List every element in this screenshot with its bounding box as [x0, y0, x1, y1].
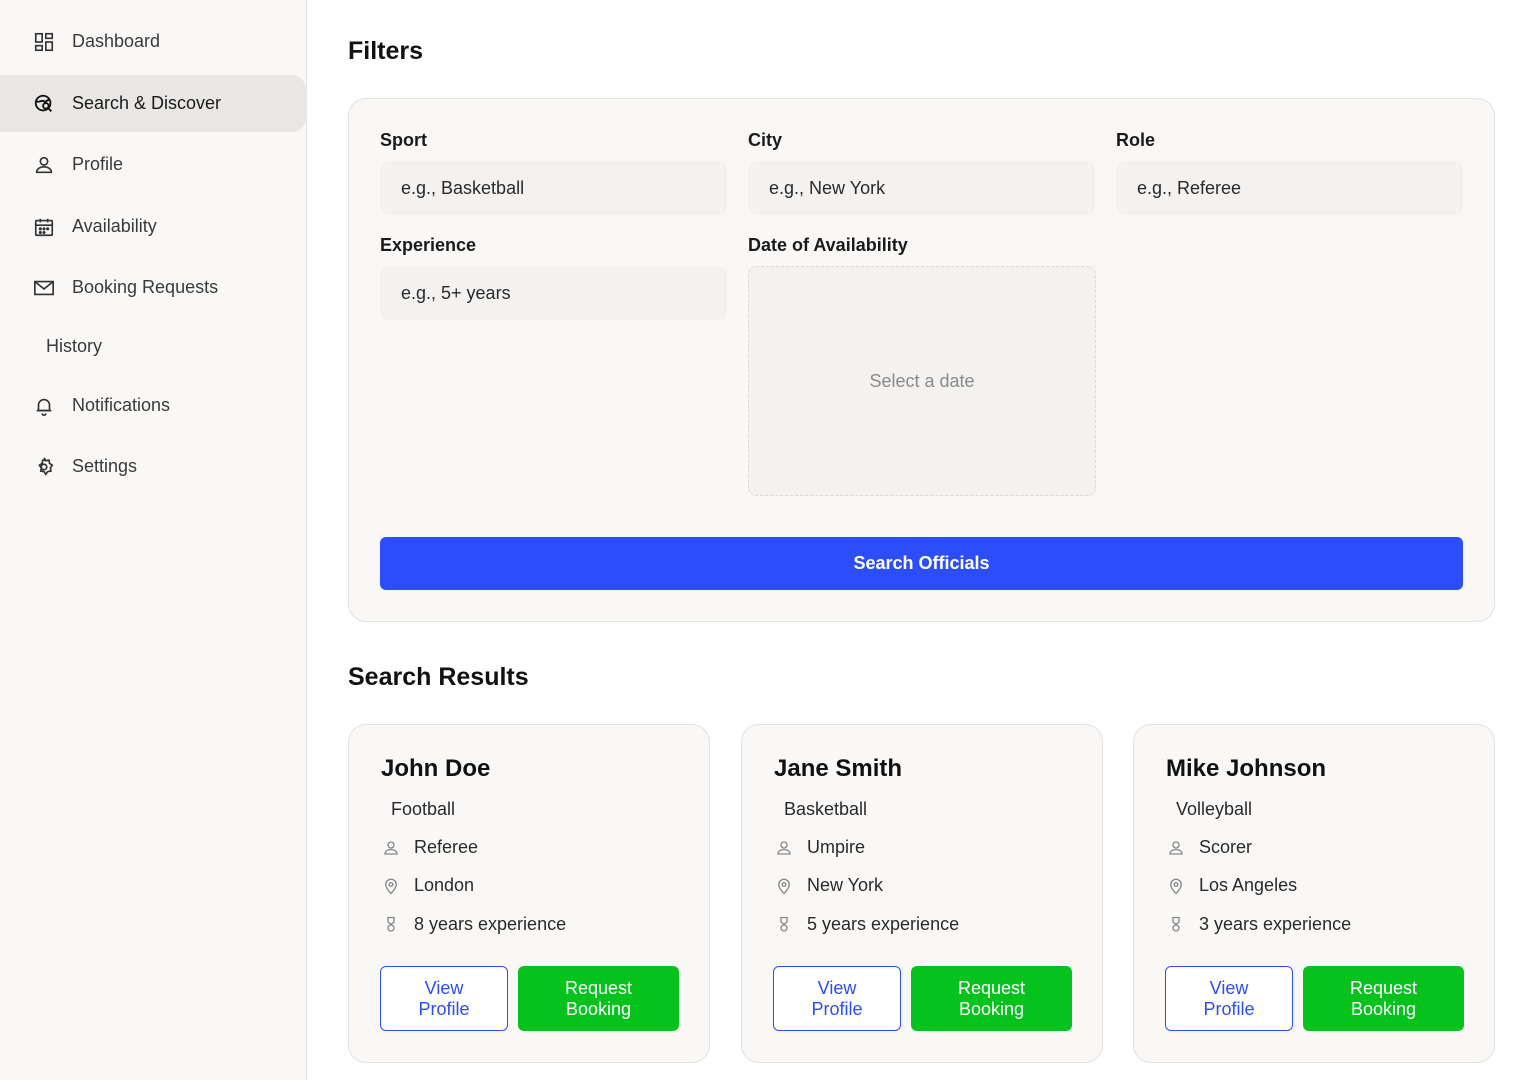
sport-label: Sport	[380, 130, 427, 150]
sport-input[interactable]: e.g., Basketball	[380, 161, 727, 215]
sidebar-item-search-discover[interactable]: Search & Discover	[0, 75, 306, 132]
sidebar-item-availability[interactable]: Availability	[0, 198, 306, 255]
sidebar-item-notifications[interactable]: Notifications	[0, 377, 306, 434]
sidebar-item-history[interactable]: History	[0, 318, 306, 375]
dashboard-icon	[32, 30, 56, 54]
user-icon	[32, 153, 56, 177]
result-card: Jane Smith Basketball Umpire New York 5 …	[741, 724, 1103, 1063]
user-icon	[381, 838, 401, 858]
official-role: Umpire	[807, 837, 866, 857]
sidebar-item-label: Search & Discover	[72, 93, 222, 113]
request-booking-button[interactable]: Request Booking	[518, 966, 679, 1031]
official-name: Mike Johnson	[1166, 755, 1327, 782]
official-role-row: Scorer	[1166, 837, 1252, 858]
medal-icon	[774, 915, 794, 935]
official-experience-row: 8 years experience	[381, 914, 566, 935]
city-label: City	[748, 130, 783, 150]
medal-icon	[381, 915, 401, 935]
official-experience: 8 years experience	[414, 914, 567, 934]
result-card: John Doe Football Referee London 8 years…	[348, 724, 710, 1063]
official-city-row: London	[381, 875, 474, 896]
official-sport: Football	[391, 799, 456, 819]
view-profile-button[interactable]: View Profile	[380, 966, 508, 1031]
sidebar-item-profile[interactable]: Profile	[0, 136, 306, 193]
medal-icon	[1166, 915, 1186, 935]
view-profile-button[interactable]: View Profile	[1165, 966, 1293, 1031]
role-label: Role	[1116, 130, 1156, 150]
official-experience: 5 years experience	[807, 914, 960, 934]
role-input[interactable]: e.g., Referee	[1116, 161, 1463, 215]
official-experience-row: 5 years experience	[774, 914, 959, 935]
official-name: Jane Smith	[774, 755, 903, 782]
official-city-row: New York	[774, 875, 883, 896]
mail-icon	[32, 276, 56, 300]
request-booking-button[interactable]: Request Booking	[1303, 966, 1464, 1031]
official-sport: Basketball	[784, 799, 868, 819]
sidebar-item-label: Availability	[72, 216, 157, 236]
experience-label: Experience	[380, 235, 477, 255]
official-role: Referee	[414, 837, 479, 857]
search-results-title: Search Results	[348, 663, 529, 691]
official-sport: Volleyball	[1176, 799, 1253, 819]
sidebar-item-label: Notifications	[72, 395, 171, 415]
official-experience-row: 3 years experience	[1166, 914, 1351, 935]
experience-input[interactable]: e.g., 5+ years	[380, 266, 727, 320]
official-role-row: Umpire	[774, 837, 865, 858]
sidebar: Dashboard Search & Discover Profile Avai…	[0, 0, 307, 1080]
sidebar-item-dashboard[interactable]: Dashboard	[0, 13, 306, 70]
sidebar-item-label: Booking Requests	[72, 277, 219, 297]
gear-icon	[32, 455, 56, 479]
sidebar-item-label: Profile	[72, 154, 124, 174]
date-placeholder: Select a date	[869, 370, 975, 391]
filters-title: Filters	[348, 37, 424, 65]
search-globe-icon	[32, 92, 56, 116]
location-pin-icon	[1166, 876, 1186, 896]
official-city: London	[414, 875, 475, 895]
sidebar-item-label: Dashboard	[72, 31, 161, 51]
sidebar-item-booking-requests[interactable]: Booking Requests	[0, 259, 306, 316]
city-input[interactable]: e.g., New York	[748, 161, 1095, 215]
sidebar-item-label: Settings	[72, 456, 138, 476]
date-label: Date of Availability	[748, 235, 908, 255]
sidebar-item-settings[interactable]: Settings	[0, 438, 306, 495]
view-profile-button[interactable]: View Profile	[773, 966, 901, 1031]
calendar-icon	[32, 215, 56, 239]
official-experience: 3 years experience	[1199, 914, 1352, 934]
official-role-row: Referee	[381, 837, 478, 858]
user-icon	[1166, 838, 1186, 858]
date-picker[interactable]: Select a date	[748, 266, 1096, 496]
location-pin-icon	[381, 876, 401, 896]
official-name: John Doe	[381, 755, 491, 782]
sidebar-item-label: History	[46, 336, 103, 356]
official-city: Los Angeles	[1199, 875, 1298, 895]
user-icon	[774, 838, 794, 858]
bell-icon	[32, 394, 56, 418]
result-card: Mike Johnson Volleyball Scorer Los Angel…	[1133, 724, 1495, 1063]
location-pin-icon	[774, 876, 794, 896]
official-role: Scorer	[1199, 837, 1253, 857]
request-booking-button[interactable]: Request Booking	[911, 966, 1072, 1031]
official-city: New York	[807, 875, 884, 895]
official-city-row: Los Angeles	[1166, 875, 1297, 896]
search-officials-button[interactable]: Search Officials	[380, 537, 1463, 590]
